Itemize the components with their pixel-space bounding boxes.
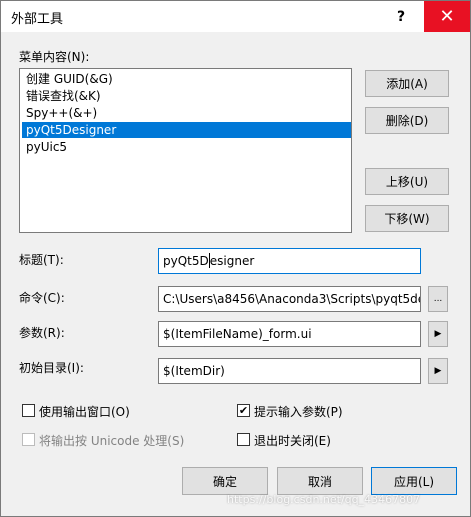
arguments-input[interactable]: $(ItemFileName)_form.ui [158, 321, 421, 347]
add-button[interactable]: 添加(A) [365, 70, 449, 97]
arguments-label: 参数(R): [19, 326, 65, 340]
help-button[interactable]: ? [378, 1, 424, 32]
arguments-menu-arrow-icon[interactable]: ▶ [428, 321, 448, 347]
command-input[interactable]: C:\Users\a8456\Anaconda3\Scripts\pyqt5de [158, 286, 421, 312]
command-label: 命令(C): [19, 291, 65, 305]
window-title: 外部工具 [11, 12, 64, 27]
menu-contents-label: 菜单内容(N): [19, 50, 90, 64]
close-button[interactable]: ✕ [424, 1, 470, 32]
close-on-exit-label[interactable]: 退出时关闭(E) [254, 432, 331, 449]
title-bar: 外部工具 ? ✕ [1, 1, 470, 32]
browse-command-button[interactable]: ... [428, 286, 448, 312]
close-on-exit-checkbox[interactable] [237, 433, 250, 446]
initial-directory-input[interactable]: $(ItemDir) [158, 358, 421, 384]
ok-button[interactable]: 确定 [182, 467, 268, 495]
delete-button[interactable]: 删除(D) [365, 107, 449, 134]
use-output-window-checkbox[interactable] [22, 404, 35, 417]
watermark-text: https://blog.csdn.net/qq_43467807 [227, 493, 421, 506]
prompt-args-checkbox[interactable]: ✔ [237, 404, 250, 417]
treat-output-unicode-label: 将输出按 Unicode 处理(S) [39, 434, 185, 448]
cancel-button[interactable]: 取消 [277, 467, 363, 495]
use-output-window-label[interactable]: 使用输出窗口(O) [39, 403, 130, 420]
list-item[interactable]: 错误查找(&K) [22, 88, 351, 104]
prompt-args-label[interactable]: 提示输入参数(P) [254, 403, 343, 420]
check-mark-icon: ✔ [238, 404, 249, 417]
title-label: 标题(T): [19, 253, 64, 267]
title-input-text-start: pyQt5D [163, 254, 209, 268]
initial-directory-menu-arrow-icon[interactable]: ▶ [428, 358, 448, 384]
treat-output-unicode-checkbox [22, 433, 35, 446]
external-tools-dialog: 外部工具 ? ✕ 菜单内容(N): 创建 GUID(&G) 错误查找(&K) S… [0, 0, 471, 517]
title-input[interactable]: pyQt5Designer [158, 248, 421, 274]
move-up-button[interactable]: 上移(U) [365, 168, 449, 195]
menu-contents-list[interactable]: 创建 GUID(&G) 错误查找(&K) Spy++(&+) pyQt5Desi… [19, 68, 352, 233]
list-item[interactable]: pyUic5 [22, 139, 351, 155]
apply-button[interactable]: 应用(L) [371, 467, 457, 495]
initial-directory-label: 初始目录(I): [19, 361, 84, 375]
list-item[interactable]: 创建 GUID(&G) [22, 71, 351, 87]
title-input-text-end: esigner [209, 254, 255, 268]
list-item[interactable]: Spy++(&+) [22, 105, 351, 121]
move-down-button[interactable]: 下移(W) [365, 205, 449, 232]
list-item-selected[interactable]: pyQt5Designer [22, 122, 351, 138]
